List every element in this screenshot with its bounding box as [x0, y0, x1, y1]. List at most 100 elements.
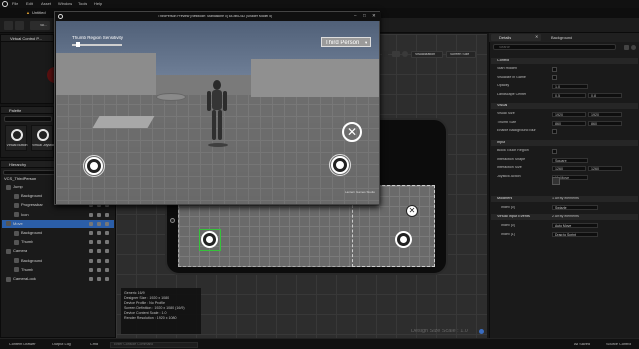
property-checkbox[interactable]: [552, 75, 557, 80]
move-joystick-thumb[interactable]: [203, 233, 216, 246]
property-value[interactable]: 1260: [588, 166, 622, 171]
settings-icon[interactable]: [624, 45, 629, 50]
eye-icon[interactable]: [89, 221, 93, 226]
property-value[interactable]: 1260: [552, 166, 586, 171]
hierarchy-row[interactable]: Background: [2, 257, 114, 265]
tab-background[interactable]: Background: [543, 34, 593, 41]
property-value[interactable]: 1920: [552, 112, 586, 117]
game-viewport[interactable]: Thumb Region Sensitivity Third Person ▾ …: [56, 21, 379, 204]
menu-window[interactable]: Window: [58, 2, 72, 6]
lock-icon[interactable]: [97, 240, 101, 245]
modifier-value[interactable]: Swizzle: [552, 205, 598, 210]
property-value[interactable]: 1920: [588, 112, 622, 117]
property-checkbox[interactable]: [552, 128, 557, 134]
visualization-dropdown[interactable]: Visualization: [411, 51, 443, 58]
third-person-dropdown[interactable]: Third Person ▾: [321, 37, 371, 47]
delete-icon[interactable]: [105, 267, 109, 272]
property-value[interactable]: 860: [552, 120, 586, 126]
tab-details[interactable]: Details ✕: [491, 34, 541, 41]
palette-item-virtual-joystick[interactable]: Virtual Joystick: [31, 125, 54, 151]
output-log-button[interactable]: Output Log: [52, 343, 71, 347]
hierarchy-row[interactable]: Move: [2, 219, 114, 228]
delete-icon[interactable]: [105, 258, 109, 263]
property-value[interactable]: 1.0: [552, 84, 588, 89]
palette-item-virtual-button[interactable]: Virtual Button: [5, 125, 27, 151]
delete-icon[interactable]: [105, 212, 109, 217]
zoom-icon[interactable]: [402, 51, 408, 57]
close-icon[interactable]: ✕: [372, 14, 376, 19]
menu-asset[interactable]: Asset: [41, 2, 51, 6]
menu-file[interactable]: File: [12, 2, 18, 6]
lock-icon[interactable]: [97, 277, 101, 281]
maximize-icon[interactable]: □: [363, 14, 366, 19]
all-saved-indicator[interactable]: All Saved: [574, 343, 590, 347]
image-icon: [14, 230, 19, 236]
menu-edit[interactable]: Edit: [26, 2, 33, 6]
cmd-dropdown[interactable]: Cmd: [90, 343, 98, 347]
source-control-button[interactable]: Source Control: [606, 343, 631, 347]
compile-button[interactable]: Sk...: [30, 21, 50, 30]
hierarchy-row[interactable]: Camera: [2, 247, 114, 255]
delete-icon[interactable]: [105, 240, 109, 245]
hierarchy-row[interactable]: Thumb: [2, 238, 114, 246]
menu-tools[interactable]: Tools: [78, 2, 87, 6]
property-checkbox[interactable]: [552, 66, 557, 72]
unreal-logo-icon[interactable]: [2, 1, 8, 7]
screen-size-dropdown[interactable]: Screen Size: [446, 51, 476, 58]
save-icon[interactable]: [4, 21, 13, 30]
details-search-input[interactable]: Search: [493, 44, 616, 50]
eye-icon[interactable]: [89, 212, 93, 217]
console-input[interactable]: Enter Console Command: [110, 341, 198, 348]
delete-icon[interactable]: [105, 221, 109, 226]
hierarchy-row[interactable]: Background: [2, 229, 114, 237]
camera-joystick[interactable]: [333, 158, 347, 172]
lock-icon[interactable]: [97, 231, 101, 235]
eye-icon[interactable]: [89, 240, 93, 245]
hierarchy-row-label: CameraLook: [13, 277, 36, 281]
delete-icon[interactable]: [105, 277, 109, 281]
hierarchy-row[interactable]: Icon: [2, 211, 114, 219]
hierarchy-row[interactable]: Thumb: [2, 266, 114, 274]
rotate-snap-icon[interactable]: [392, 51, 400, 57]
gear-icon[interactable]: [631, 45, 636, 50]
property-checkbox[interactable]: [552, 148, 557, 154]
section-input[interactable]: Input: [491, 140, 638, 146]
lock-icon[interactable]: [97, 212, 101, 217]
move-joystick[interactable]: [87, 159, 101, 173]
jump-button-icon[interactable]: ✕: [342, 122, 362, 142]
camera-joystick-thumb[interactable]: [397, 233, 410, 246]
property-value[interactable]: 0.8: [588, 92, 622, 98]
property-value[interactable]: 860: [588, 120, 622, 126]
scale-settings-icon[interactable]: [479, 329, 484, 334]
browse-icon[interactable]: [15, 21, 24, 30]
eye-icon[interactable]: [89, 231, 93, 235]
jump-icon[interactable]: ✕: [406, 205, 418, 217]
grid-snap-icon[interactable]: [382, 51, 388, 57]
sensitivity-slider-handle[interactable]: [76, 42, 80, 47]
vi-value[interactable]: Drag to Sprint: [552, 232, 598, 237]
section-control[interactable]: Control: [491, 58, 638, 64]
palette-panel: Palette Virtual Button Virtual Joystick: [0, 106, 54, 158]
palette-search-input[interactable]: [4, 116, 52, 122]
lock-icon[interactable]: [97, 267, 101, 272]
section-visual[interactable]: Visual: [491, 103, 638, 109]
delete-icon[interactable]: [105, 249, 109, 254]
lock-icon[interactable]: [97, 249, 101, 254]
minimize-icon[interactable]: –: [354, 14, 357, 19]
eye-icon[interactable]: [89, 267, 93, 272]
eye-icon[interactable]: [89, 258, 93, 263]
eye-icon[interactable]: [89, 249, 93, 254]
lock-icon[interactable]: [97, 258, 101, 263]
property-value[interactable]: 0.5: [552, 92, 586, 98]
menu-help[interactable]: Help: [94, 2, 102, 6]
widget-icon: [6, 276, 11, 282]
delete-icon[interactable]: [105, 231, 109, 235]
content-drawer-button[interactable]: Content Drawer: [9, 343, 36, 347]
lock-icon[interactable]: [97, 221, 101, 226]
hierarchy-row[interactable]: CameraLook: [2, 275, 114, 283]
property-value[interactable]: Square: [552, 157, 588, 163]
vi-value[interactable]: Auto Move: [552, 223, 598, 228]
hierarchy-root[interactable]: VCS_ThirdPerson: [4, 177, 36, 181]
eye-icon[interactable]: [89, 277, 93, 281]
close-details-icon[interactable]: ✕: [535, 35, 538, 39]
